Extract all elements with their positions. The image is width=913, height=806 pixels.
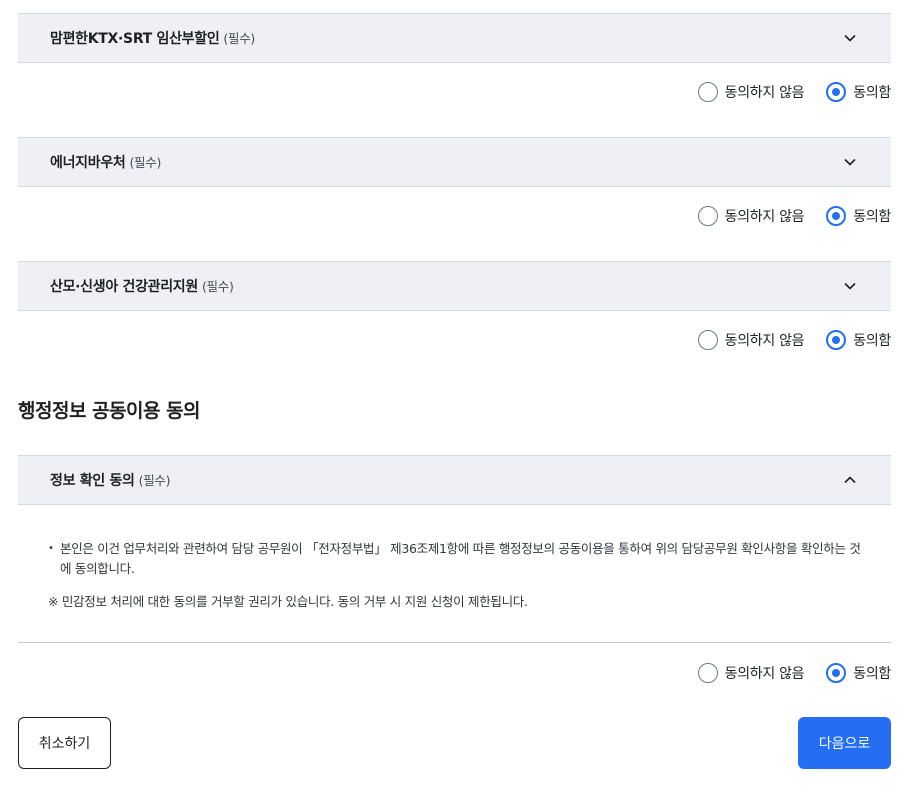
radio-label: 동의하지 않음 bbox=[724, 333, 805, 349]
section-title: 행정정보 공동이용 동의 bbox=[18, 400, 201, 422]
consent-radio-group: 동의하지 않음 동의함 bbox=[697, 82, 891, 102]
required-label: (필수) bbox=[138, 473, 171, 488]
accordion-body: 본인은 이건 업무처리와 관련하여 담당 공무원이 「전자정부법」 제36조제1… bbox=[18, 505, 891, 643]
accordion-header-info-consent[interactable]: 정보 확인 동의 (필수) bbox=[18, 455, 891, 505]
accordion-title: 산모·신생아 건강관리지원 (필수) bbox=[50, 279, 234, 295]
consent-radio-group: 동의하지 않음 동의함 bbox=[697, 663, 891, 683]
required-label: (필수) bbox=[201, 279, 234, 294]
consent-bullet-text: 본인은 이건 업무처리와 관련하여 담당 공무원이 「전자정부법」 제36조제1… bbox=[48, 539, 864, 579]
agree-radio[interactable]: 동의함 bbox=[826, 663, 891, 683]
radio-label: 동의하지 않음 bbox=[724, 85, 805, 101]
agree-radio[interactable]: 동의함 bbox=[826, 82, 891, 102]
next-button[interactable]: 다음으로 bbox=[798, 717, 891, 769]
accordion-header-ktx-srt[interactable]: 맘편한KTX·SRT 임산부할인 (필수) bbox=[18, 13, 891, 63]
consent-radio-group: 동의하지 않음 동의함 bbox=[697, 206, 891, 226]
chevron-up-icon[interactable] bbox=[843, 473, 857, 487]
required-label: (필수) bbox=[223, 31, 255, 46]
radio-circle[interactable] bbox=[697, 330, 718, 350]
chevron-down-icon[interactable] bbox=[843, 31, 857, 45]
radio-circle-checked[interactable] bbox=[826, 663, 847, 683]
radio-label: 동의함 bbox=[853, 666, 891, 682]
accordion-title: 맘편한KTX·SRT 임산부할인 (필수) bbox=[50, 31, 255, 47]
chevron-down-icon[interactable] bbox=[843, 279, 857, 293]
radio-circle[interactable] bbox=[697, 663, 718, 683]
accordion-header-energy-voucher[interactable]: 에너지바우처 (필수) bbox=[18, 137, 891, 187]
disagree-radio[interactable]: 동의하지 않음 bbox=[697, 330, 805, 350]
disagree-radio[interactable]: 동의하지 않음 bbox=[697, 206, 805, 226]
radio-circle-checked[interactable] bbox=[826, 82, 847, 102]
consent-radio-group: 동의하지 않음 동의함 bbox=[697, 330, 891, 350]
accordion-header-maternal-care[interactable]: 산모·신생아 건강관리지원 (필수) bbox=[18, 261, 891, 311]
radio-label: 동의함 bbox=[853, 85, 891, 101]
agree-radio[interactable]: 동의함 bbox=[826, 330, 891, 350]
radio-circle-checked[interactable] bbox=[826, 330, 847, 350]
radio-label: 동의하지 않음 bbox=[724, 209, 805, 225]
agree-radio[interactable]: 동의함 bbox=[826, 206, 891, 226]
cancel-button[interactable]: 취소하기 bbox=[18, 717, 111, 769]
accordion-title: 정보 확인 동의 (필수) bbox=[50, 473, 171, 489]
radio-circle-checked[interactable] bbox=[826, 206, 847, 226]
chevron-down-icon[interactable] bbox=[843, 155, 857, 169]
radio-circle[interactable] bbox=[697, 206, 718, 226]
notice-text: ※ 민감정보 처리에 대한 동의를 거부할 권리가 있습니다. 동의 거부 시 … bbox=[48, 594, 528, 609]
disagree-radio[interactable]: 동의하지 않음 bbox=[697, 663, 805, 683]
radio-label: 동의함 bbox=[853, 333, 891, 349]
required-label: (필수) bbox=[129, 155, 162, 170]
disagree-radio[interactable]: 동의하지 않음 bbox=[697, 82, 805, 102]
accordion-title: 에너지바우처 (필수) bbox=[50, 155, 162, 171]
radio-label: 동의하지 않음 bbox=[724, 666, 805, 682]
radio-label: 동의함 bbox=[853, 209, 891, 225]
radio-circle[interactable] bbox=[697, 82, 718, 102]
